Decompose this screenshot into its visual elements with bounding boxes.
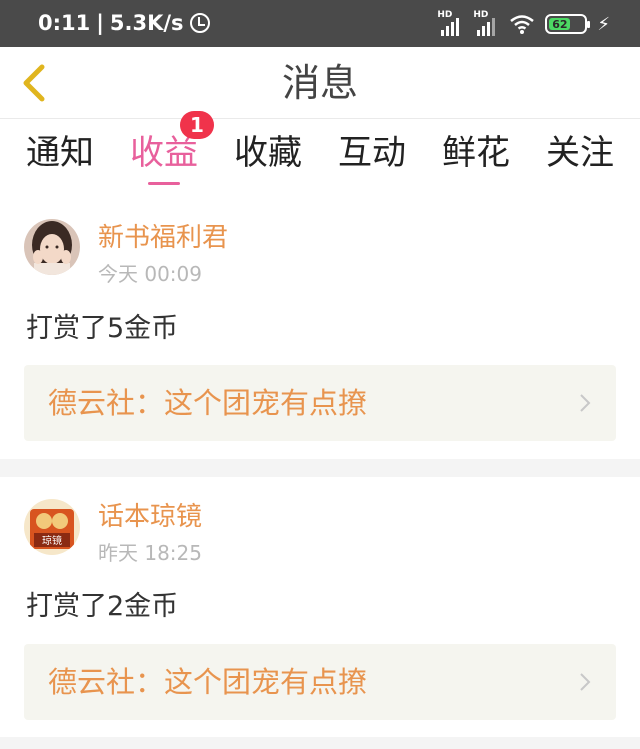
message-time: 今天 00:09 [98,262,202,286]
tab-label: 鲜花 [442,133,510,173]
book-link[interactable]: 德云社：这个团宠有点撩 [24,644,616,720]
tab-bar: 通知 收益 1 收藏 互动 鲜花 关注 [0,111,640,199]
alarm-clock-icon [189,13,210,33]
signal-icon: HD [437,10,463,36]
divider [0,737,640,749]
status-bar: 0:11 | 5.3K/s HD HD 62 ⚡ [0,0,640,47]
list-item: 琼镜 话本琼镜 昨天 18:25 打赏了2金币 德云社：这个团宠有点撩 [0,477,640,737]
divider [0,459,640,477]
signal-icon: HD [473,10,499,36]
tab-label: 收益 [130,133,198,173]
battery-icon: 62 [545,14,591,34]
sender-name[interactable]: 话本琼镜 [98,501,202,533]
chevron-right-icon [580,394,591,412]
tab-favorites[interactable]: 收藏 [216,119,320,199]
nav-bar: 消息 [0,47,640,119]
tab-interactions[interactable]: 互动 [320,119,424,199]
unread-badge: 1 [180,111,214,139]
svg-text:琼镜: 琼镜 [42,534,62,547]
avatar[interactable] [24,219,80,275]
message-text: 打赏了5金币 [26,313,179,344]
avatar[interactable]: 琼镜 [24,499,80,555]
page-title: 消息 [281,61,358,105]
list-item: 新书福利君 今天 00:09 打赏了5金币 德云社：这个团宠有点撩 [0,199,640,459]
active-tab-indicator [148,182,180,185]
tab-follows[interactable]: 关注 [528,119,632,199]
network-speed: 5.3K/s [109,11,184,35]
book-title: 德云社：这个团宠有点撩 [48,665,368,699]
tab-flowers[interactable]: 鲜花 [424,119,528,199]
message-time: 昨天 18:25 [98,541,202,565]
message-text: 打赏了2金币 [26,591,179,622]
chevron-right-icon [580,673,591,691]
status-right: HD HD 62 ⚡ [437,10,610,36]
book-link[interactable]: 德云社：这个团宠有点撩 [24,365,616,441]
tab-label: 关注 [546,133,614,173]
tab-notifications[interactable]: 通知 [8,119,112,199]
status-left: 0:11 | 5.3K/s [38,10,210,36]
tab-earnings[interactable]: 收益 1 [112,111,216,199]
charging-bolt-icon: ⚡ [597,13,610,35]
battery-level: 62 [549,18,571,31]
sender-name[interactable]: 新书福利君 [98,222,228,254]
book-title: 德云社：这个团宠有点撩 [48,386,368,420]
tab-label: 收藏 [234,133,302,173]
tab-label: 互动 [338,133,406,173]
status-time: 0:11 [38,11,91,35]
wifi-icon [509,13,535,35]
status-divider: | [96,11,104,35]
tab-label: 通知 [26,133,94,173]
